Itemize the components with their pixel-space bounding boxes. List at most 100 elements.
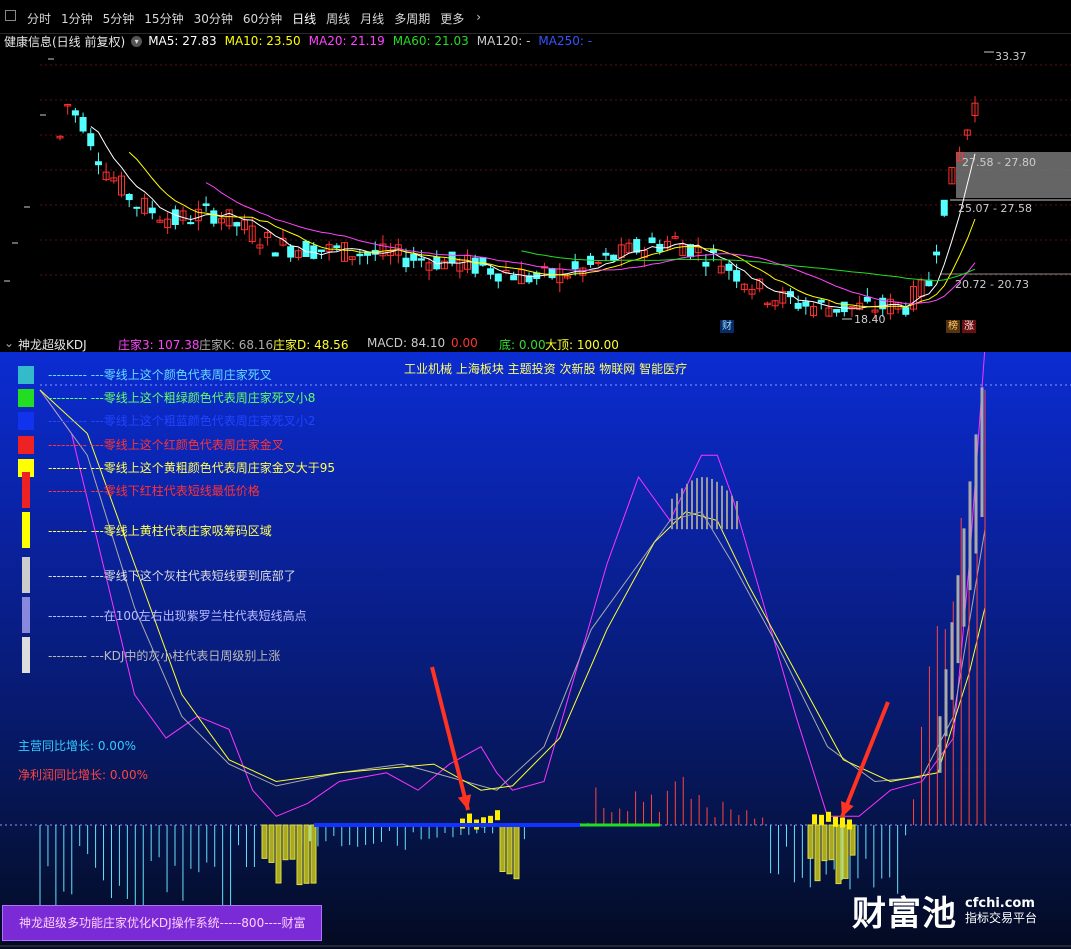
top-value: 大顶: 100.00 <box>545 338 619 352</box>
list-marker[interactable]: 榜 <box>946 320 960 333</box>
candle-body <box>594 261 602 264</box>
ma-label: MA120: - <box>476 34 531 48</box>
zhuang3-value: 庄家3: 107.38 <box>118 338 200 352</box>
promo-banner[interactable]: 神龙超级多功能庄家优化KDJ操作系统-----800----财富 <box>2 905 322 941</box>
candlestick-chart[interactable] <box>0 47 1071 333</box>
chevron-right-icon[interactable]: › <box>476 10 481 27</box>
ma10-line <box>128 151 976 308</box>
period-tab[interactable]: 1分钟 <box>61 10 93 27</box>
signal-bar <box>467 813 472 824</box>
candle-body <box>187 222 195 225</box>
accumulation-bar <box>821 824 828 862</box>
period-tab[interactable]: 5分钟 <box>103 10 135 27</box>
candle-body <box>356 253 364 257</box>
period-tab[interactable]: 月线 <box>360 10 384 27</box>
signal-bar <box>833 816 838 827</box>
candle-body <box>402 257 410 268</box>
legend-text: --------- ---零线上这个粗蓝颜色代表周庄家死叉小2 <box>48 414 316 428</box>
legend-swatch <box>18 366 34 384</box>
limit-up-marker[interactable]: 涨 <box>962 320 976 333</box>
ma20-line <box>205 182 976 305</box>
candle-body <box>817 299 825 303</box>
candle-body <box>171 209 179 225</box>
signal-bar <box>812 814 817 825</box>
sector-tags: 工业机械 上海板块 主题投资 次新股 物联网 智能医疗 <box>404 362 688 376</box>
accumulation-bar <box>303 824 310 884</box>
period-tab[interactable]: 日线 <box>292 10 316 27</box>
accumulation-bar <box>835 824 842 885</box>
candle-body <box>302 240 310 257</box>
legend-text: --------- ---零线上黄柱代表庄家吸筹码区域 <box>48 524 272 538</box>
candle-body <box>148 207 156 214</box>
brand-name: 财富池 <box>852 894 957 934</box>
candle-body <box>287 246 295 258</box>
collapse-icon[interactable]: ⌄ <box>4 336 14 350</box>
accumulation-bar <box>310 824 317 884</box>
legend-swatch <box>22 557 30 593</box>
candle-body <box>863 296 871 302</box>
price-high-label: 33.37 <box>995 50 1027 63</box>
candle-body <box>317 249 325 252</box>
legend-text: --------- ---在100左右出现紫罗兰柱代表短线高点 <box>48 609 307 623</box>
candle-body <box>633 239 641 253</box>
candle-body <box>702 261 710 267</box>
period-tabs: 分时 1分钟 5分钟 15分钟 30分钟 60分钟 日线 周线 月线 多周期 更多 › <box>27 10 481 27</box>
accumulation-bar <box>268 824 275 863</box>
accumulation-bar <box>289 824 296 860</box>
legend-text: --------- ---零线上这个颜色代表周庄家死叉 <box>48 368 272 382</box>
ma-label: MA10: 23.50 <box>224 34 301 48</box>
brand-subtitle: 指标交易平台 <box>965 910 1038 925</box>
candle-body <box>794 302 802 309</box>
candle-body <box>210 210 218 224</box>
accumulation-bar <box>814 824 821 882</box>
price-low-label: 18.40 <box>854 313 886 326</box>
period-tab[interactable]: 分时 <box>27 10 51 27</box>
candle-body <box>571 261 579 270</box>
legend-text: --------- ---零线上这个红颜色代表周庄家金叉 <box>48 438 284 452</box>
candle-body <box>840 301 848 313</box>
period-tab[interactable]: 15分钟 <box>144 10 183 27</box>
candle-body <box>125 194 133 201</box>
window-toggle-icon[interactable] <box>5 10 16 21</box>
indicator-header: ⌄ 神龙超级KDJ 庄家3: 107.38 庄家K: 68.16 庄家D: 48… <box>0 334 1071 352</box>
accumulation-bar <box>513 824 520 880</box>
candle-body <box>87 133 95 147</box>
legend-swatch <box>22 472 30 508</box>
legend-swatch <box>22 512 30 548</box>
candle-body <box>133 206 141 209</box>
candle-body <box>417 258 425 261</box>
legend-swatch <box>22 637 30 673</box>
range-label-3: 20.72 - 20.73 <box>955 278 1029 291</box>
period-tab[interactable]: 60分钟 <box>243 10 282 27</box>
legend-swatch <box>18 436 34 454</box>
kdj-panel[interactable]: 工业机械 上海板块 主题投资 次新股 物联网 智能医疗 --------- --… <box>0 352 1071 949</box>
candle-body <box>471 257 479 274</box>
candle-body <box>448 251 456 263</box>
accumulation-bar <box>275 824 282 884</box>
legend-text: --------- ---零线下红柱代表短线最低价格 <box>48 484 260 498</box>
indicator-name[interactable]: 神龙超级KDJ <box>18 336 87 353</box>
legend-swatch <box>18 412 34 430</box>
dropdown-icon[interactable]: ▾ <box>131 35 143 47</box>
period-tab[interactable]: 多周期 <box>394 10 430 27</box>
candle-body <box>610 254 618 261</box>
candle-body <box>79 117 87 132</box>
finance-marker[interactable]: 财 <box>720 320 734 333</box>
candle-body <box>271 252 279 257</box>
period-tab[interactable]: 周线 <box>326 10 350 27</box>
candle-body <box>487 268 495 275</box>
candle-body <box>648 237 656 244</box>
candle-body <box>333 245 341 249</box>
period-tab[interactable]: 更多 <box>440 10 464 27</box>
ma60-line <box>521 250 976 282</box>
candle-body <box>933 251 941 256</box>
legend-text: --------- ---零线下这个灰柱代表短线要到底部了 <box>48 569 296 583</box>
accumulation-bar <box>842 824 849 879</box>
accumulation-bar <box>807 824 814 859</box>
candle-body <box>733 270 741 282</box>
period-tab[interactable]: 30分钟 <box>194 10 233 27</box>
candle-body <box>548 268 556 279</box>
ma-label: MA5: 27.83 <box>148 34 217 48</box>
accumulation-bar <box>296 824 303 886</box>
legend-swatch <box>18 389 34 407</box>
